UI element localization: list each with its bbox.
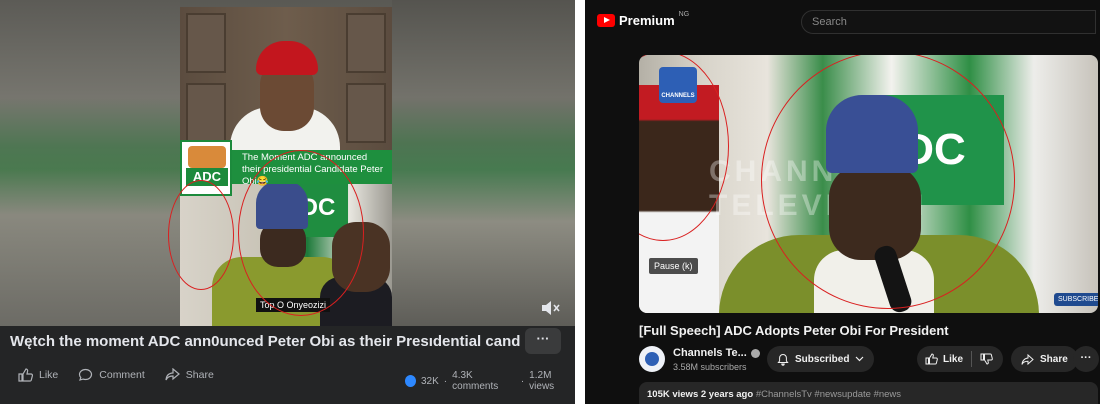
channel-avatar[interactable] (639, 346, 665, 372)
share-label: Share (1040, 353, 1068, 365)
bell-icon (777, 353, 789, 366)
like-label: Like (943, 353, 964, 365)
comparison-screenshot: DC ADC The Moment ADC announced their pr… (0, 0, 1100, 404)
subscriber-count: 3.58M subscribers (673, 362, 747, 372)
annotation-ring-left (168, 180, 234, 290)
subscribe-watermark[interactable]: SUBSCRIBE (1054, 293, 1098, 306)
dislike-button[interactable] (972, 346, 1001, 372)
view-count: 1.2M views (529, 370, 555, 392)
reaction-icon (405, 375, 416, 387)
video-blur-left (0, 0, 180, 326)
separator: · (520, 375, 525, 387)
channel-name[interactable]: Channels Te... (673, 347, 760, 359)
comment-label: Comment (99, 369, 145, 381)
region-code: NG (678, 11, 690, 18)
comment-button[interactable]: Comment (78, 368, 145, 382)
thumbs-down-icon (980, 353, 993, 365)
like-dislike-group: Like (917, 346, 1003, 372)
annotation-ring-center (238, 150, 364, 316)
share-arrow-icon (1021, 353, 1034, 365)
search-input[interactable]: Search (801, 10, 1096, 34)
thumbs-up-icon (925, 353, 938, 365)
upload-age: 2 years ago (700, 389, 754, 400)
pause-tooltip: Pause (k) (649, 258, 698, 274)
share-button[interactable]: Share (165, 368, 214, 382)
description-box[interactable]: 105K views 2 years ago #ChannelsTv #news… (639, 382, 1098, 404)
view-count: 105K views (647, 389, 699, 400)
channel-name-text: Channels Te... (673, 347, 747, 359)
like-button[interactable]: Like (18, 368, 58, 382)
thumbs-up-icon (18, 368, 33, 382)
post-actions: Like Comment Share (18, 368, 214, 382)
youtube-video-player[interactable]: DC CHANNELS TELEVISION CHANNELS Pause (k… (639, 55, 1098, 313)
like-label: Like (39, 369, 59, 381)
video-title: [Full Speech] ADC Adopts Peter Obi For P… (639, 323, 949, 338)
verified-icon (750, 348, 760, 358)
separator: · (443, 375, 448, 387)
video-blur-right (392, 0, 575, 326)
facebook-video-player[interactable]: DC ADC The Moment ADC announced their pr… (0, 0, 575, 326)
subscribed-label: Subscribed (795, 353, 850, 365)
like-button[interactable]: Like (917, 346, 971, 372)
share-button[interactable]: Share (1011, 346, 1078, 372)
subscribed-button[interactable]: Subscribed (767, 346, 875, 372)
share-label: Share (185, 369, 214, 381)
more-actions-button[interactable]: ··· (1073, 346, 1099, 372)
comment-icon (79, 368, 93, 381)
post-stats: 32K · 4.3K comments · 1.2M views (405, 370, 575, 392)
hashtags[interactable]: #ChannelsTv #newsupdate #news (756, 389, 901, 400)
brand-label: Premium (619, 13, 675, 28)
mute-icon[interactable] (540, 300, 560, 316)
reaction-count[interactable]: 32K (421, 376, 439, 387)
chevron-down-icon (856, 356, 864, 362)
more-options-button[interactable]: ··· (525, 328, 561, 354)
handshake-icon (188, 146, 226, 168)
post-title[interactable]: Wętch the moment ADC ann0unced Peter Obi… (10, 333, 520, 350)
facebook-post: DC ADC The Moment ADC announced their pr… (0, 0, 575, 404)
youtube-play-icon (597, 14, 615, 27)
comment-count[interactable]: 4.3K comments (452, 370, 516, 392)
youtube-page: Premium NG Search DC CHANNELS TELEVISION… (585, 0, 1100, 404)
annotation-ring-center (761, 55, 1015, 309)
youtube-logo[interactable]: Premium NG (597, 11, 690, 28)
share-icon (165, 368, 180, 381)
